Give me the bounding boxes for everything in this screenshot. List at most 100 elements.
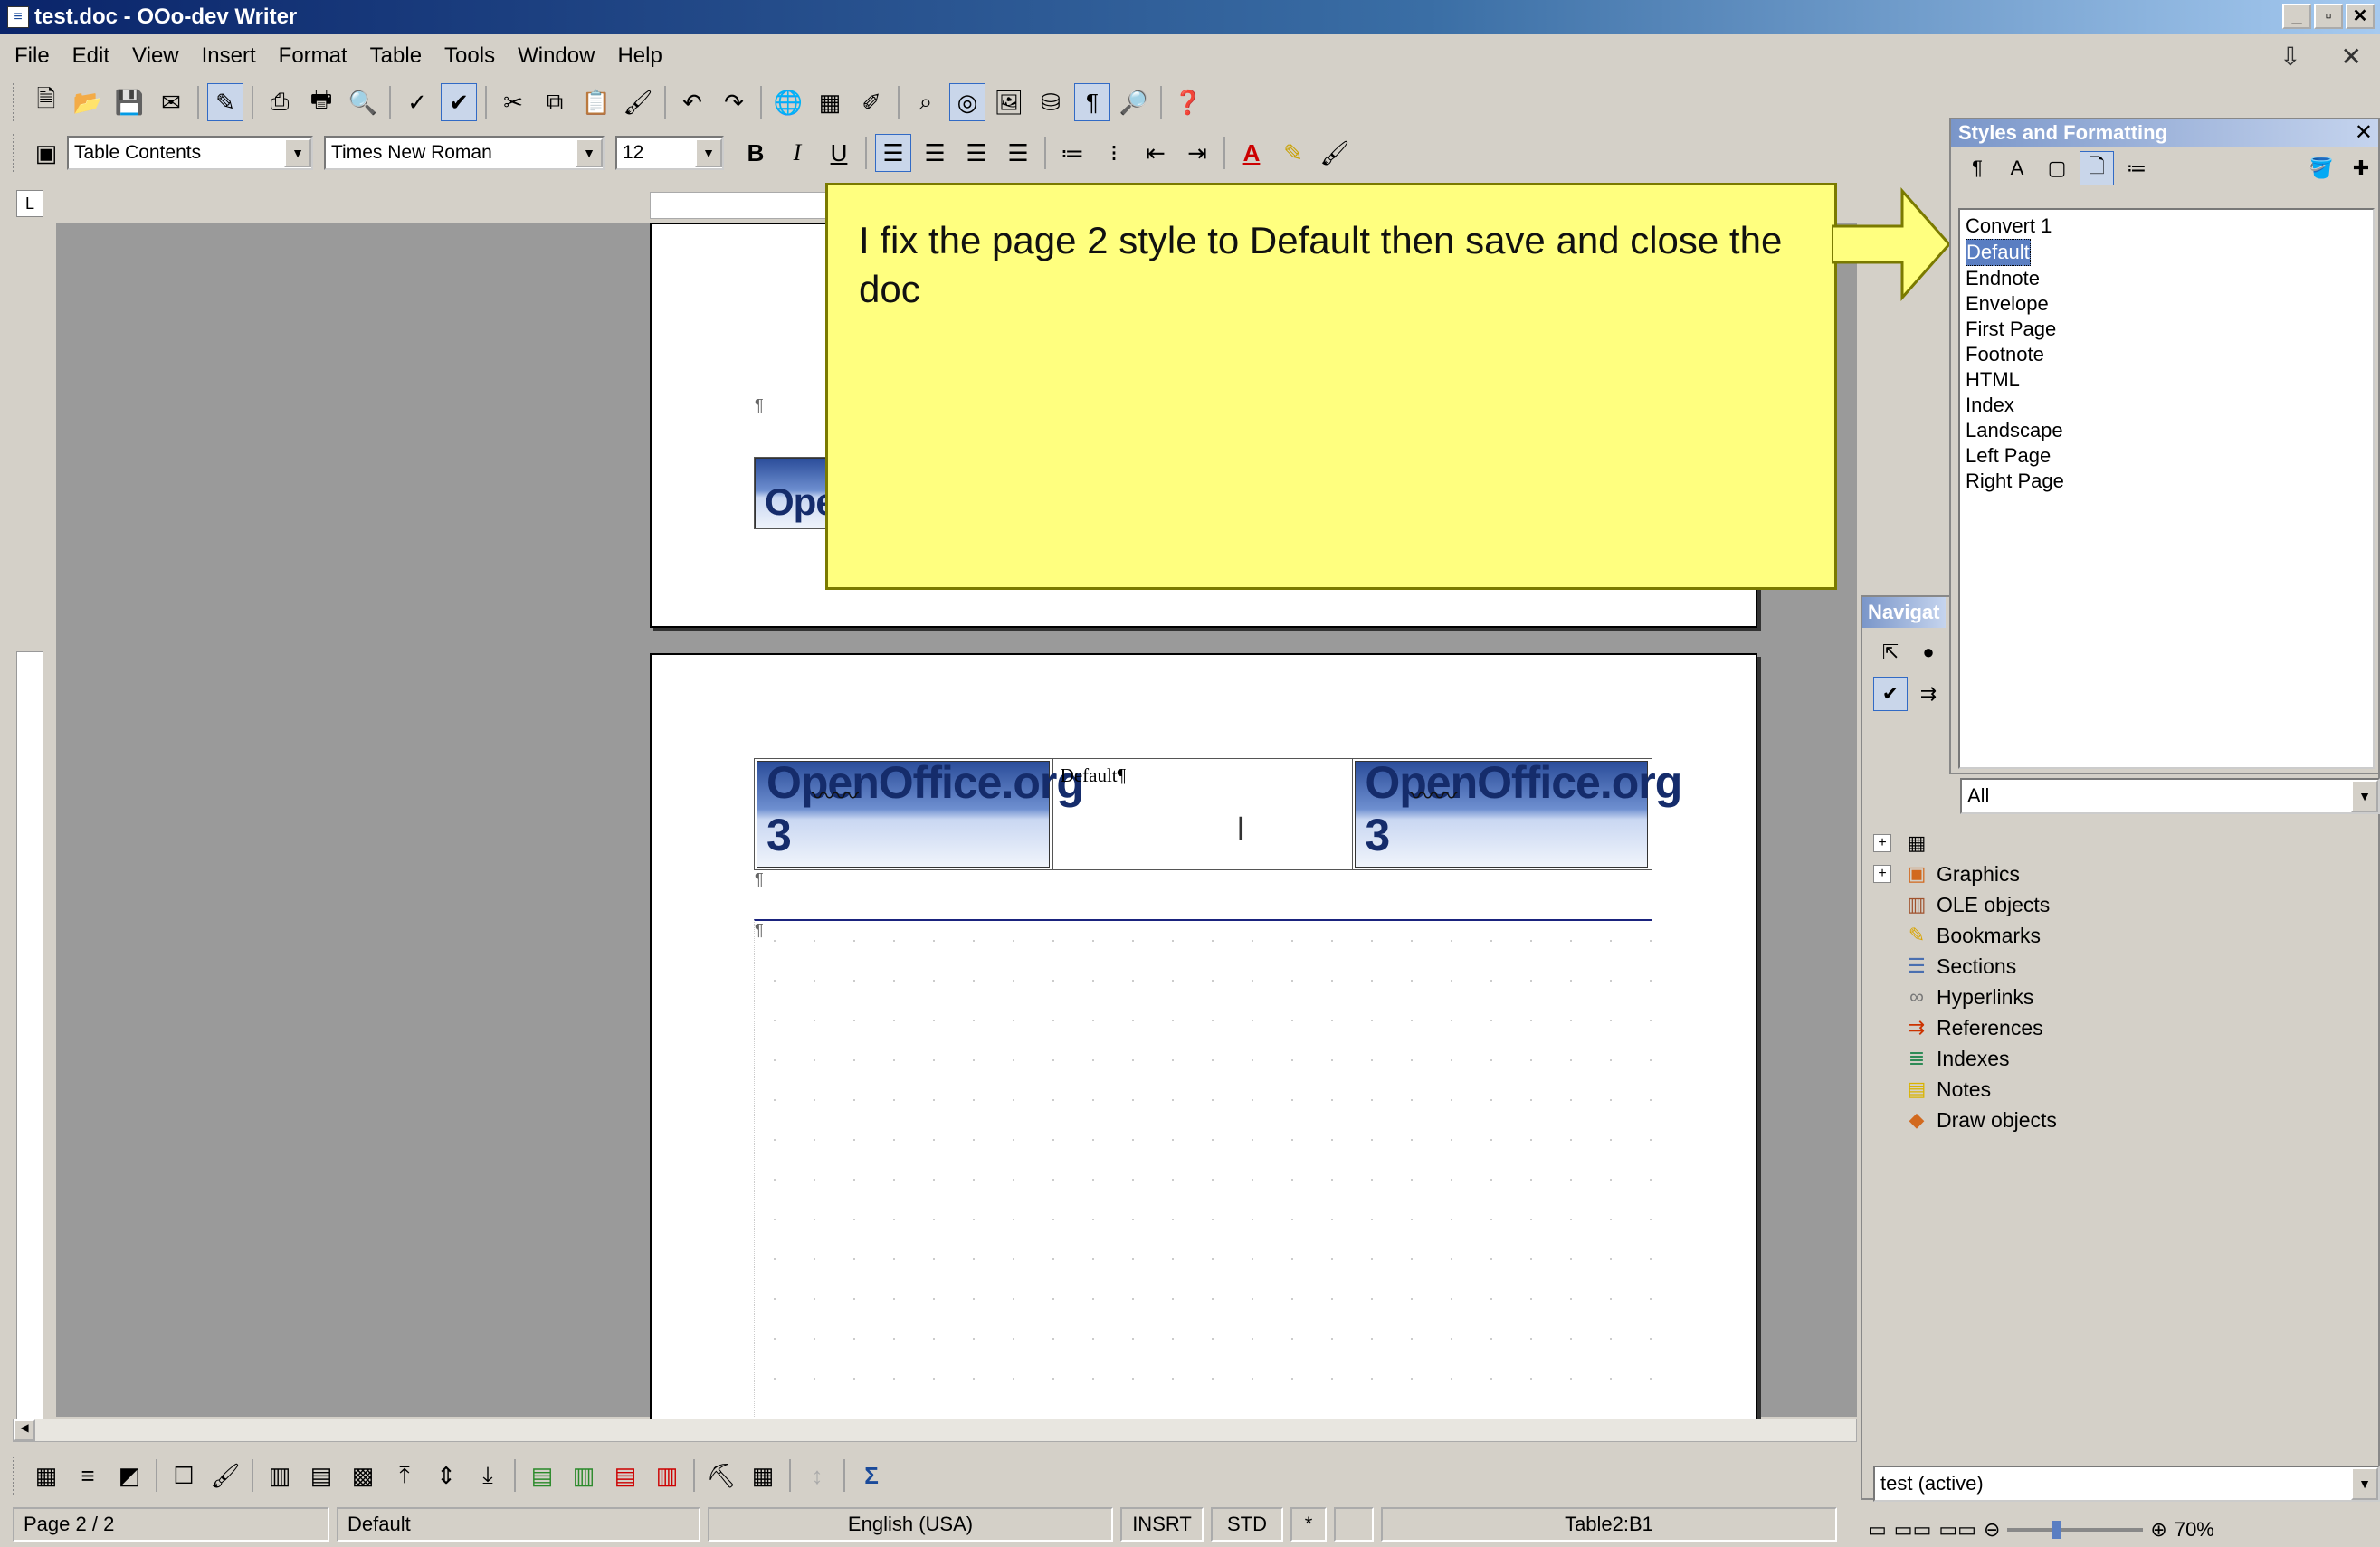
zoom-slider[interactable] [2007,1521,2144,1539]
close-document-icon[interactable]: ✕ [2341,42,2362,71]
minimize-button[interactable]: _ [2282,4,2311,29]
underline-icon[interactable]: U [821,134,857,172]
cut-icon[interactable]: ✂ [495,83,531,121]
list-styles-icon[interactable]: ≔ [2119,151,2154,185]
menu-window[interactable]: Window [518,43,595,69]
language-indicator[interactable]: English (USA) [708,1507,1113,1542]
highlighting-icon[interactable]: ✎ [1275,134,1311,172]
paragraph-styles-icon[interactable]: ¶ [1960,151,1994,185]
data-sources-icon[interactable]: ⛁ [1033,83,1069,121]
line-style-icon[interactable]: ≡ [70,1457,106,1495]
close-panel-icon[interactable]: ✕ [2355,119,2373,146]
font-color-icon[interactable]: A [1233,134,1270,172]
style-item-default[interactable]: Default [1966,239,2031,266]
optimize-icon[interactable]: ▦ [745,1457,781,1495]
selection-mode-indicator[interactable]: STD [1211,1507,1283,1542]
menu-file[interactable]: File [14,43,50,69]
delete-rows-icon[interactable]: ▤ [607,1457,643,1495]
dropdown-arrow-icon[interactable]: ▼ [695,138,722,167]
merge-cells-icon[interactable]: ▥ [262,1457,298,1495]
paragraph-style-combo[interactable]: Table Contents ▼ [67,136,313,170]
align-top-icon[interactable]: ⤒ [386,1457,423,1495]
toolbar-grip[interactable] [13,1457,18,1495]
zoom-icon[interactable]: 🔎 [1116,83,1152,121]
document-body-area[interactable]: ¶ [754,919,1652,1417]
expand-icon[interactable]: + [1873,834,1891,852]
book-view-icon[interactable]: ▭▭ [1938,1518,1976,1542]
split-cells-icon[interactable]: ▤ [303,1457,339,1495]
undo-icon[interactable]: ↶ [674,83,710,121]
toolbar-grip[interactable] [13,83,18,121]
styles-formatting-icon[interactable]: ▣ [28,134,64,172]
tab-stop-selector[interactable]: L [16,190,43,217]
align-right-icon[interactable]: ☰ [958,134,995,172]
frame-styles-icon[interactable]: ▢ [2040,151,2074,185]
vertical-ruler[interactable] [16,651,43,1420]
dropdown-arrow-icon[interactable]: ▼ [2351,1467,2378,1500]
nav-item-bookmarks[interactable]: ✎ Bookmarks [1873,920,2362,951]
nav-item-draw-objects[interactable]: ◆ Draw objects [1873,1105,2362,1135]
redo-icon[interactable]: ↷ [716,83,752,121]
nav-item-notes[interactable]: ▤ Notes [1873,1074,2362,1105]
italic-icon[interactable]: I [779,134,815,172]
drag-mode-icon[interactable]: ⇉ [1911,677,1946,711]
style-item-endnote[interactable]: Endnote [1966,266,2367,291]
find-replace-icon[interactable]: ⌕ [908,83,944,121]
bold-icon[interactable]: B [738,134,774,172]
increase-indent-icon[interactable]: ⇥ [1179,134,1215,172]
new-style-icon[interactable]: ✚ [2344,151,2378,185]
horizontal-scrollbar[interactable]: ◀ [13,1419,1857,1442]
style-item-left-page[interactable]: Left Page [1966,443,2367,469]
table-cell-a1[interactable]: 〰〰 OpenOffice.org 3 [755,757,1084,869]
open-icon[interactable]: 📂 [70,83,106,121]
style-item-index[interactable]: Index [1966,393,2367,418]
style-item-right-page[interactable]: Right Page [1966,469,2367,494]
borders-icon[interactable]: ☐ [166,1457,202,1495]
export-pdf-icon[interactable]: ⎙ [262,83,298,121]
sort-icon[interactable]: ↕ [799,1457,835,1495]
save-icon[interactable]: 💾 [111,83,148,121]
zoom-out-icon[interactable]: ⊖ [1984,1518,2000,1542]
page-preview-icon[interactable]: 🔍 [345,83,381,121]
align-bottom-icon[interactable]: ⤓ [470,1457,506,1495]
character-styles-icon[interactable]: A [2000,151,2034,185]
font-name-combo[interactable]: Times New Roman ▼ [324,136,605,170]
align-left-icon[interactable]: ☰ [875,134,911,172]
page-style-indicator[interactable]: Default [337,1507,700,1542]
print-icon[interactable]: 🖶 [303,83,339,121]
navigator-document-combo[interactable]: test (active) ▼ [1873,1466,2380,1502]
align-center-icon[interactable]: ☰ [917,134,953,172]
menu-tools[interactable]: Tools [444,43,495,69]
email-icon[interactable]: ✉ [153,83,189,121]
autospellcheck-icon[interactable]: ✔ [441,83,477,121]
bullets-icon[interactable]: ⁝ [1096,134,1132,172]
new-document-icon[interactable]: 🗎 [28,83,64,121]
nav-item-hyperlinks[interactable]: ∞ Hyperlinks [1873,982,2362,1012]
fill-format-mode-icon[interactable]: 🪣 [2304,151,2338,185]
autoformat-icon[interactable]: ▩ [345,1457,381,1495]
nav-item-indexes[interactable]: ≣ Indexes [1873,1043,2362,1074]
page-indicator[interactable]: Page 2 / 2 [13,1507,329,1542]
justify-icon[interactable]: ☰ [1000,134,1036,172]
formatting-marks-icon[interactable]: ¶ [1074,83,1110,121]
style-item-envelope[interactable]: Envelope [1966,291,2367,317]
insert-mode-indicator[interactable]: INSRT [1120,1507,1204,1542]
menu-insert[interactable]: Insert [202,43,256,69]
single-page-view-icon[interactable]: ▭ [1868,1518,1887,1542]
help-icon[interactable]: ❓ [1170,83,1206,121]
table-cell-b1[interactable]: Default¶ [1053,759,1354,869]
navigator-next-icon[interactable]: ● [1911,635,1946,669]
gallery-icon[interactable]: 🖼 [991,83,1027,121]
center-vertically-icon[interactable]: ⇕ [428,1457,464,1495]
style-item-landscape[interactable]: Landscape [1966,418,2367,443]
menu-help[interactable]: Help [617,43,662,69]
navigator-icon[interactable]: ◎ [949,83,985,121]
zoom-slider-thumb[interactable] [2052,1521,2062,1539]
style-item-footnote[interactable]: Footnote [1966,342,2367,367]
numbering-icon[interactable]: ≔ [1054,134,1090,172]
update-icon[interactable]: ⇩ [2280,42,2300,71]
delete-columns-icon[interactable]: ▥ [649,1457,685,1495]
dropdown-arrow-icon[interactable]: ▼ [2351,780,2378,812]
nav-item-references[interactable]: ⇉ References [1873,1012,2362,1043]
dropdown-arrow-icon[interactable]: ▼ [284,138,311,167]
